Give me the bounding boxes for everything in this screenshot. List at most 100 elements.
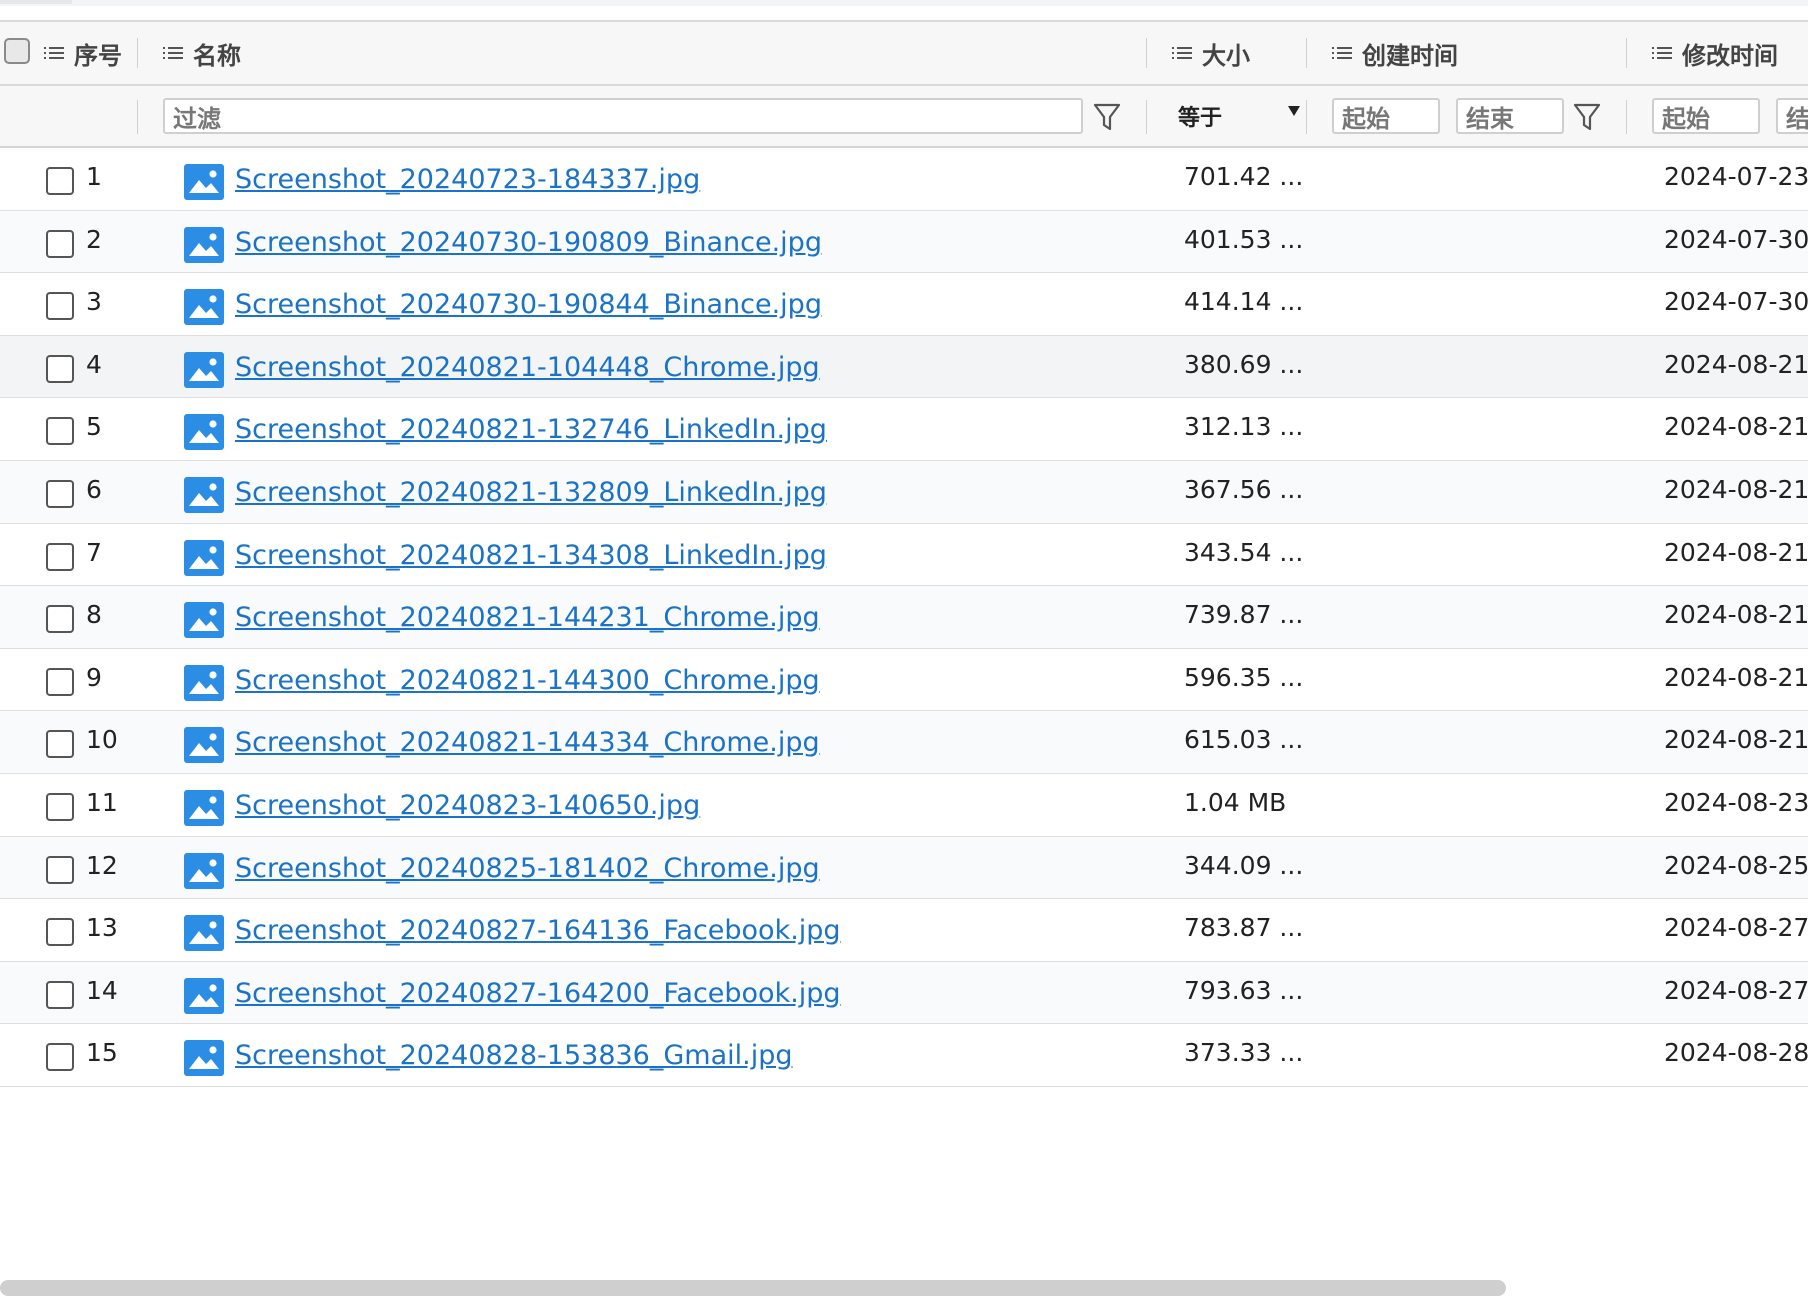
file-name-link[interactable]: Screenshot_20240821-144231_Chrome.jpg <box>235 602 820 633</box>
modified-date: 2024-08-21 <box>1664 474 1808 504</box>
row-checkbox[interactable] <box>46 730 74 759</box>
column-divider[interactable] <box>137 38 138 68</box>
file-size: 739.87 ... <box>1184 600 1304 630</box>
size-operator-select[interactable]: 等于 <box>1178 98 1298 134</box>
file-name-link[interactable]: Screenshot_20240821-104448_Chrome.jpg <box>235 352 820 383</box>
row-index: 4 <box>86 349 102 379</box>
modified-date: 2024-07-30 <box>1664 224 1808 254</box>
file-size: 344.09 ... <box>1184 850 1304 880</box>
row-index: 9 <box>86 662 102 692</box>
column-header-size-label: 大小 <box>1202 41 1250 70</box>
row-checkbox[interactable] <box>46 980 74 1009</box>
image-file-icon <box>184 977 224 1014</box>
created-end-input[interactable]: 结束 <box>1456 98 1564 134</box>
modified-date: 2024-08-23 <box>1664 787 1808 817</box>
row-checkbox[interactable] <box>46 479 74 508</box>
file-name-link[interactable]: Screenshot_20240821-132809_LinkedIn.jpg <box>235 477 827 508</box>
column-header-name[interactable]: 名称 <box>163 22 241 84</box>
file-name-link[interactable]: Screenshot_20240821-144334_Chrome.jpg <box>235 727 820 758</box>
modified-end-input[interactable]: 结 <box>1776 98 1808 134</box>
image-file-icon <box>184 226 224 263</box>
funnel-icon[interactable] <box>1092 100 1122 134</box>
row-index: 6 <box>86 474 102 504</box>
row-checkbox[interactable] <box>46 605 74 634</box>
name-filter-input[interactable]: 过滤 <box>163 98 1083 134</box>
row-index: 12 <box>86 850 118 880</box>
row-checkbox[interactable] <box>46 292 74 321</box>
modified-start-input[interactable]: 起始 <box>1652 98 1760 134</box>
column-divider[interactable] <box>1306 38 1307 68</box>
table-header-row: 序号 名称 大小 创建时间 修改时间 <box>0 20 1808 86</box>
file-table: 序号 名称 大小 创建时间 修改时间 过滤 等于 起始 结束 起始 结 1 Sc… <box>0 20 1808 1087</box>
file-name-link[interactable]: Screenshot_20240827-164200_Facebook.jpg <box>235 978 841 1009</box>
file-name-link[interactable]: Screenshot_20240828-153836_Gmail.jpg <box>235 1040 792 1071</box>
image-file-icon <box>184 852 224 889</box>
row-checkbox[interactable] <box>46 417 74 446</box>
row-checkbox[interactable] <box>46 167 74 195</box>
column-divider <box>1626 100 1627 134</box>
row-checkbox[interactable] <box>46 1043 74 1072</box>
chevron-down-icon[interactable] <box>1288 106 1300 116</box>
row-checkbox[interactable] <box>46 918 74 947</box>
table-row: 5 Screenshot_20240821-132746_LinkedIn.jp… <box>0 398 1808 461</box>
list-icon <box>1172 44 1192 62</box>
image-file-icon <box>184 476 224 513</box>
column-header-created-label: 创建时间 <box>1362 41 1458 70</box>
table-row: 6 Screenshot_20240821-132809_LinkedIn.jp… <box>0 460 1808 524</box>
row-index: 14 <box>86 975 118 1005</box>
created-start-input[interactable]: 起始 <box>1332 98 1440 134</box>
column-header-index[interactable]: 序号 <box>44 22 122 84</box>
column-header-modified-label: 修改时间 <box>1682 41 1778 70</box>
image-file-icon <box>184 915 224 952</box>
row-index: 13 <box>86 913 118 943</box>
horizontal-scrollbar[interactable] <box>0 1280 1506 1296</box>
column-header-name-label: 名称 <box>193 41 241 70</box>
table-row: 10 Screenshot_20240821-144334_Chrome.jpg… <box>0 711 1808 774</box>
file-name-link[interactable]: Screenshot_20240723-184337.jpg <box>235 164 700 195</box>
file-name-link[interactable]: Screenshot_20240730-190844_Binance.jpg <box>235 289 822 320</box>
column-divider[interactable] <box>1626 38 1627 68</box>
list-icon <box>163 44 183 62</box>
row-checkbox[interactable] <box>46 354 74 383</box>
modified-date: 2024-07-23 <box>1664 162 1808 191</box>
table-filter-row: 过滤 等于 起始 结束 起始 结 <box>0 86 1808 148</box>
image-file-icon <box>184 789 224 826</box>
column-header-modified[interactable]: 修改时间 <box>1652 22 1778 84</box>
column-header-created[interactable]: 创建时间 <box>1332 22 1458 84</box>
modified-date: 2024-08-27 <box>1664 975 1808 1005</box>
row-index: 15 <box>86 1038 118 1068</box>
select-all-checkbox[interactable] <box>4 38 30 64</box>
image-file-icon <box>184 664 224 701</box>
funnel-icon[interactable] <box>1572 100 1602 134</box>
file-name-link[interactable]: Screenshot_20240821-144300_Chrome.jpg <box>235 665 820 696</box>
file-name-link[interactable]: Screenshot_20240821-132746_LinkedIn.jpg <box>235 414 827 445</box>
row-checkbox[interactable] <box>46 542 74 571</box>
row-checkbox[interactable] <box>46 667 74 696</box>
file-size: 596.35 ... <box>1184 662 1304 692</box>
file-name-link[interactable]: Screenshot_20240823-140650.jpg <box>235 790 700 821</box>
top-tab-indicator <box>0 0 72 4</box>
column-header-index-label: 序号 <box>74 41 122 70</box>
image-file-icon <box>184 727 224 764</box>
file-list-page: 序号 名称 大小 创建时间 修改时间 过滤 等于 起始 结束 起始 结 1 Sc… <box>0 0 1808 1296</box>
column-header-size[interactable]: 大小 <box>1172 22 1250 84</box>
column-divider[interactable] <box>1146 38 1147 68</box>
modified-date: 2024-07-30 <box>1664 287 1808 317</box>
table-row: 1 Screenshot_20240723-184337.jpg 701.42 … <box>0 148 1808 211</box>
row-index: 10 <box>86 725 118 755</box>
row-checkbox[interactable] <box>46 792 74 821</box>
file-name-link[interactable]: Screenshot_20240827-164136_Facebook.jpg <box>235 915 841 946</box>
file-name-link[interactable]: Screenshot_20240825-181402_Chrome.jpg <box>235 853 820 884</box>
row-index: 5 <box>86 412 102 442</box>
file-size: 343.54 ... <box>1184 537 1304 567</box>
file-size: 783.87 ... <box>1184 913 1304 943</box>
size-operator-value: 等于 <box>1178 106 1223 131</box>
table-row: 4 Screenshot_20240821-104448_Chrome.jpg … <box>0 335 1808 399</box>
row-checkbox[interactable] <box>46 855 74 884</box>
file-size: 380.69 ... <box>1184 349 1304 379</box>
file-size: 367.56 ... <box>1184 474 1304 504</box>
file-name-link[interactable]: Screenshot_20240730-190809_Binance.jpg <box>235 227 822 258</box>
table-row: 7 Screenshot_20240821-134308_LinkedIn.jp… <box>0 523 1808 587</box>
file-name-link[interactable]: Screenshot_20240821-134308_LinkedIn.jpg <box>235 540 827 571</box>
row-checkbox[interactable] <box>46 229 74 258</box>
